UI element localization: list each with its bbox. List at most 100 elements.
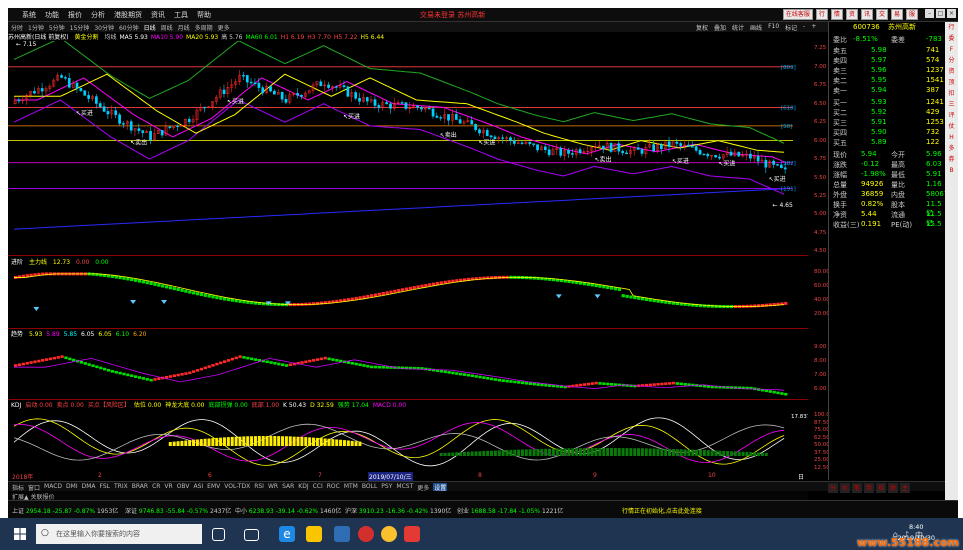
side-nav-item-5[interactable]: 顶 xyxy=(946,78,957,88)
view-tab-1[interactable]: 叠加 xyxy=(714,23,726,32)
side-nav-item-9[interactable]: 仗 xyxy=(946,122,957,132)
menu-item-7[interactable]: 帮助 xyxy=(197,10,211,20)
view-tab-7[interactable]: + xyxy=(811,23,816,32)
pane1-chart[interactable] xyxy=(8,264,808,327)
top-button-3[interactable]: 资 xyxy=(845,9,858,20)
quote-ask-row-3[interactable]: 卖二 5.95 1541 xyxy=(831,76,945,86)
right-tab-1[interactable]: 价 xyxy=(840,483,851,493)
view-tab-2[interactable]: 统计 xyxy=(732,23,744,32)
task-view-icon[interactable] xyxy=(244,529,259,541)
right-tab-3[interactable]: 势 xyxy=(864,483,875,493)
cortana-icon[interactable] xyxy=(212,528,225,541)
side-nav-item-13[interactable]: B xyxy=(946,166,957,176)
store-icon[interactable] xyxy=(334,526,350,542)
period-tab-0[interactable]: 分时 xyxy=(11,23,23,32)
quote-bid-row-1[interactable]: 买二 5.92 429 xyxy=(831,108,945,118)
menu-item-1[interactable]: 功能 xyxy=(45,10,59,20)
trading-app-icon[interactable] xyxy=(404,526,420,542)
right-tab-6[interactable]: 主 xyxy=(900,483,911,493)
top-button-6[interactable]: 易 xyxy=(890,9,903,20)
view-tab-4[interactable]: F10 xyxy=(768,23,779,32)
period-tab-1[interactable]: 1分钟 xyxy=(28,23,44,32)
minimize-icon[interactable]: – xyxy=(925,9,934,18)
quote-ask-row-0-cell-2: 741 xyxy=(926,46,940,54)
view-tab-3[interactable]: 画线 xyxy=(750,23,762,32)
side-nav-item-12[interactable]: 券 xyxy=(946,155,957,165)
right-tab-4[interactable]: 指 xyxy=(876,483,887,493)
period-tab-3[interactable]: 15分钟 xyxy=(70,23,90,32)
quote-ask-row-0[interactable]: 卖五 5.98 741 xyxy=(831,46,945,56)
windows-start-icon[interactable] xyxy=(14,528,26,540)
index-quote-0[interactable]: 上证 2954.18 -25.87 -0.87% 1953亿 xyxy=(12,506,118,515)
connection-status[interactable]: 行情正在初始化,点击此处连接 xyxy=(622,506,702,515)
top-button-1[interactable]: 行 xyxy=(815,9,828,20)
side-nav-item-1[interactable]: 委 xyxy=(946,34,957,44)
quote-stat-row-7[interactable]: 收益(三) 0.191 PE(动) 15.5 xyxy=(831,220,945,230)
quote-weibi-row[interactable]: 委比 -8.51% 委差 -783 xyxy=(831,35,945,45)
period-tab-5[interactable]: 60分钟 xyxy=(119,23,139,32)
pane3-chart[interactable]: 17.837 xyxy=(8,408,808,471)
side-nav-item-3[interactable]: 分 xyxy=(946,56,957,66)
index-quote-4[interactable]: 创业 1688.58 -17.84 -1.05% 1221亿 xyxy=(457,506,563,515)
view-tab-0[interactable]: 复权 xyxy=(696,23,708,32)
side-nav-item-8[interactable]: 评 xyxy=(946,111,957,121)
period-tab-10[interactable]: 更多 xyxy=(218,23,230,32)
right-tab-2[interactable]: 笔 xyxy=(852,483,863,493)
pane2-chart[interactable] xyxy=(8,336,808,398)
menu-item-0[interactable]: 系统 xyxy=(22,10,36,20)
side-nav-item-2[interactable]: F xyxy=(946,45,957,55)
index-quote-2[interactable]: 中小 6238.93 -39.14 -0.62% 1460亿 xyxy=(235,506,341,515)
file-explorer-icon[interactable] xyxy=(306,526,322,542)
view-tab-6[interactable]: - xyxy=(803,23,805,32)
period-tab-6[interactable]: 日线 xyxy=(144,23,156,32)
index-quote-field-0: 深证 xyxy=(125,508,139,515)
top-button-2[interactable]: 情 xyxy=(830,9,843,20)
candlestick-chart[interactable]: ↖买进 ↖卖出 ↖买进 ↖买进 ↖卖出 ↖买进 ↖卖出 ↖买进 ↖买进 ↖买进 ← 7.15 ← 4.… xyxy=(8,41,808,255)
period-tab-2[interactable]: 5分钟 xyxy=(49,23,65,32)
maximize-icon[interactable]: □ xyxy=(936,9,945,18)
quote-stat-row-6[interactable]: 净资 5.44 流通 11.5亿 xyxy=(831,210,945,227)
quote-stat-row-3[interactable]: 总量 94926 量比 1.16 xyxy=(831,180,945,190)
top-button-5[interactable]: 交 xyxy=(875,9,888,20)
menu-item-6[interactable]: 工具 xyxy=(174,10,188,20)
quote-bid-row-3[interactable]: 买四 5.90 732 xyxy=(831,128,945,138)
quote-stat-row-1[interactable]: 涨跌 -0.12 最高 6.03 xyxy=(831,160,945,170)
taskbar-search[interactable]: ○ 在这里输入你要搜索的内容 xyxy=(36,524,202,544)
top-button-0[interactable]: 在线客服 xyxy=(782,9,813,20)
edge-icon[interactable]: e xyxy=(279,526,295,542)
period-tab-8[interactable]: 月线 xyxy=(178,23,190,32)
quote-ask-row-4[interactable]: 卖一 5.94 387 xyxy=(831,86,945,96)
side-nav-item-4[interactable]: 资 xyxy=(946,67,957,77)
top-button-7[interactable]: 服 xyxy=(905,9,918,20)
period-tab-7[interactable]: 周线 xyxy=(161,23,173,32)
index-quote-1[interactable]: 深证 9746.83 -55.84 -0.57% 2437亿 xyxy=(125,506,231,515)
app-icon[interactable] xyxy=(358,526,374,542)
menu-item-4[interactable]: 港股期货 xyxy=(114,10,142,20)
right-tab-5[interactable]: 联 xyxy=(888,483,899,493)
side-nav-item-11[interactable]: 多 xyxy=(946,144,957,154)
quote-stat-row-5[interactable]: 换手 0.82% 股本 11.5亿 xyxy=(831,200,945,217)
view-tab-5[interactable]: 标记 xyxy=(785,23,797,32)
side-nav-item-6[interactable]: 扣 xyxy=(946,89,957,99)
right-tab-0[interactable]: 分 xyxy=(828,483,839,493)
menu-item-3[interactable]: 分析 xyxy=(91,10,105,20)
period-tab-4[interactable]: 30分钟 xyxy=(94,23,114,32)
side-nav-item-0[interactable]: 行 xyxy=(946,23,957,33)
side-nav-item-10[interactable]: H xyxy=(946,133,957,143)
quote-stat-row-4[interactable]: 外盘 36859 内盘 58067 xyxy=(831,190,948,200)
index-quote-3[interactable]: 沪深 3910.23 -16.36 -0.42% 1390亿 xyxy=(345,506,451,515)
side-nav-item-7[interactable]: 三 xyxy=(946,100,957,110)
quote-stat-row-0[interactable]: 现价 5.94 今开 5.96 xyxy=(831,150,945,160)
quote-ask-row-2[interactable]: 卖三 5.96 1237 xyxy=(831,66,945,76)
quote-bid-row-2[interactable]: 买三 5.91 1253 xyxy=(831,118,945,128)
quote-stat-row-2[interactable]: 涨幅 -1.98% 最低 5.91 xyxy=(831,170,945,180)
quote-bid-row-4[interactable]: 买五 5.89 122 xyxy=(831,138,945,148)
top-button-4[interactable]: 讯 xyxy=(860,9,873,20)
period-tab-9[interactable]: 多周期 xyxy=(195,23,213,32)
quote-bid-row-0[interactable]: 买一 5.93 1241 xyxy=(831,98,945,108)
close-icon[interactable]: × xyxy=(947,9,956,18)
menu-item-2[interactable]: 报价 xyxy=(68,10,82,20)
app-icon-2[interactable] xyxy=(381,526,397,542)
quote-ask-row-1[interactable]: 卖四 5.97 574 xyxy=(831,56,945,66)
menu-item-5[interactable]: 资讯 xyxy=(151,10,165,20)
